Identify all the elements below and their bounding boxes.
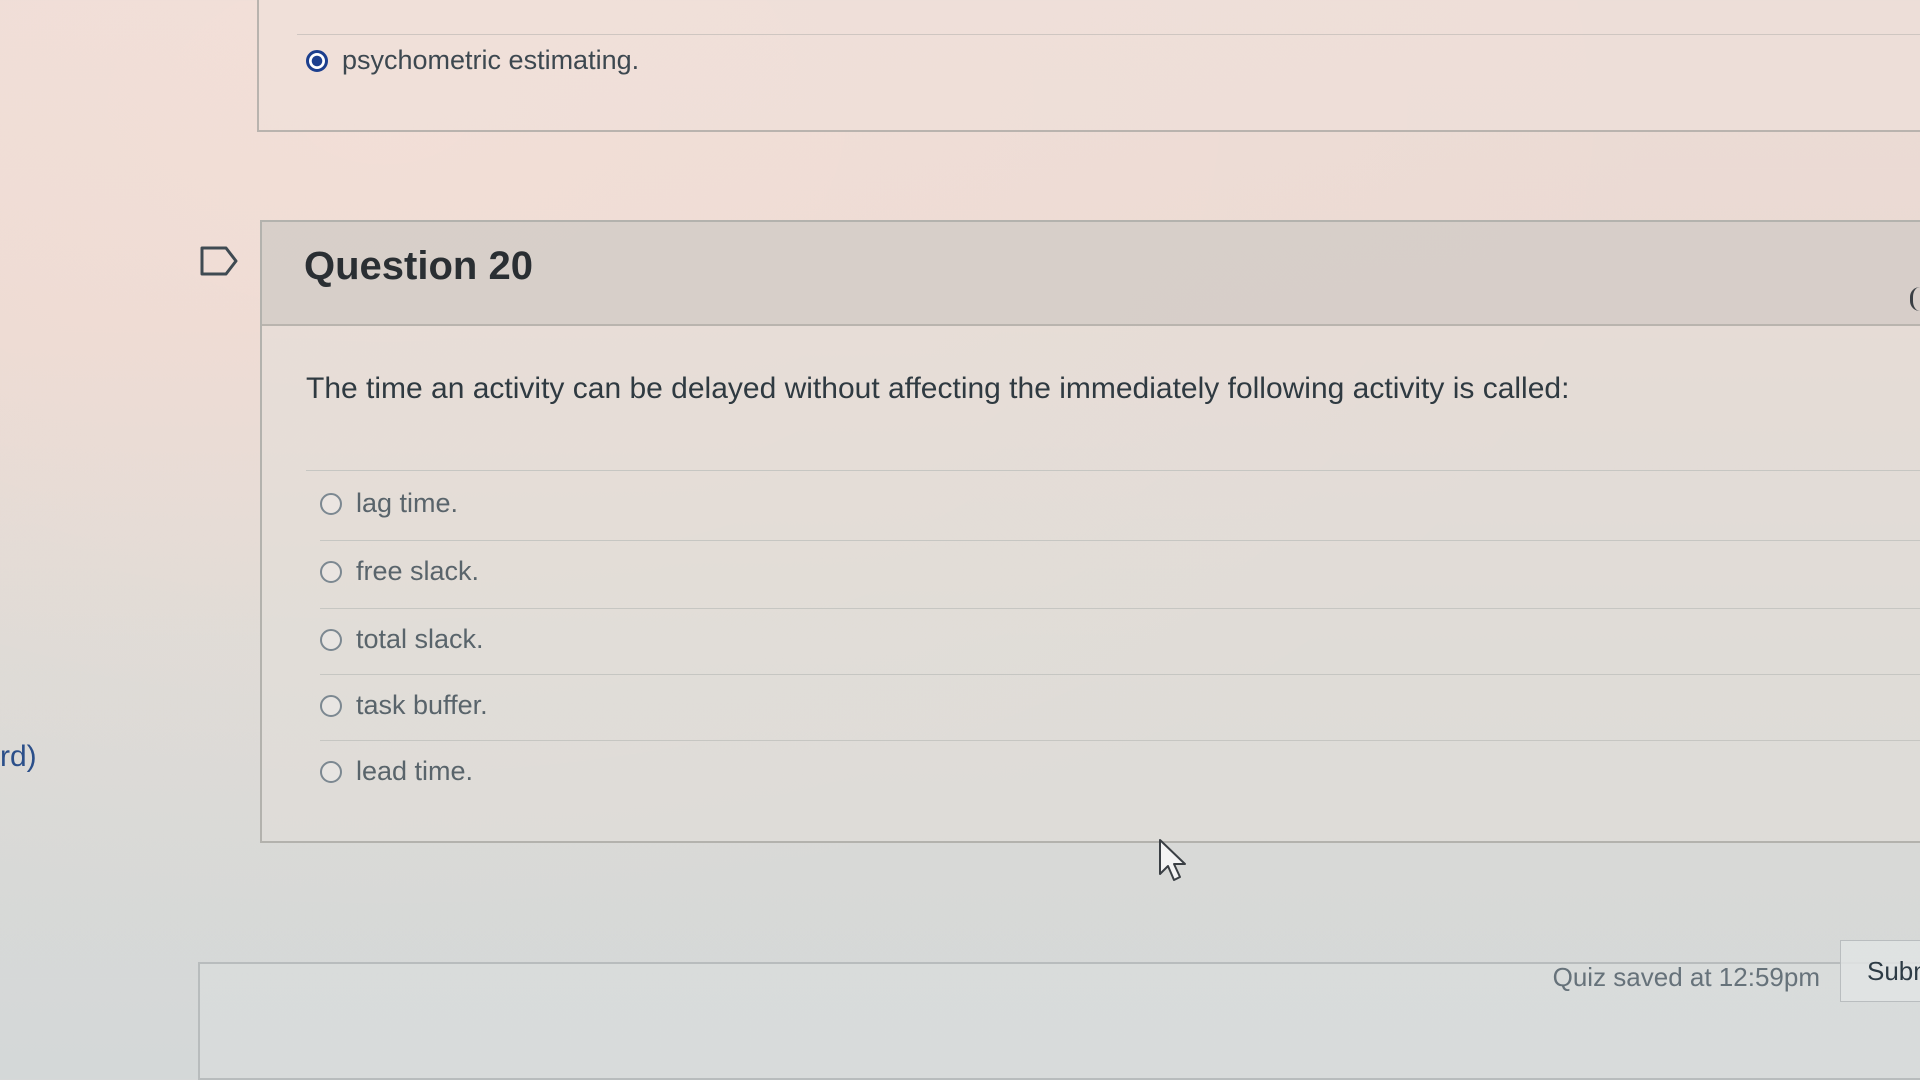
option-divider <box>320 540 1920 541</box>
sidebar-partial-link[interactable]: rd) <box>0 740 37 774</box>
answer-option[interactable]: total slack. <box>320 624 484 655</box>
answer-label: task buffer. <box>356 690 488 720</box>
mouse-cursor-icon <box>1159 839 1186 881</box>
radio-icon[interactable] <box>320 628 342 651</box>
question-title: Question 20 <box>304 244 533 288</box>
radio-icon[interactable] <box>320 760 342 783</box>
radio-icon[interactable] <box>320 492 342 515</box>
radio-icon[interactable] <box>320 560 342 583</box>
option-divider <box>320 674 1920 675</box>
quiz-saved-status: Quiz saved at 12:59pm <box>1552 962 1820 992</box>
radio-icon[interactable] <box>320 694 342 717</box>
option-divider <box>320 740 1920 741</box>
flag-question-icon[interactable] <box>200 246 238 276</box>
question-card: Question 20 The time an activity can be … <box>260 220 1920 843</box>
option-divider <box>320 608 1920 609</box>
answer-label: free slack. <box>356 556 480 586</box>
answer-label: lead time. <box>356 756 474 786</box>
partial-edge-glyph <box>1910 287 1920 311</box>
answer-option[interactable]: free slack. <box>320 556 479 587</box>
answer-option[interactable]: lag time. <box>320 488 458 519</box>
previous-answer-label: psychometric estimating. <box>342 45 640 75</box>
answer-label: total slack. <box>356 624 484 654</box>
question-text: The time an activity can be delayed with… <box>306 372 1570 405</box>
answer-option[interactable]: lead time. <box>320 756 473 787</box>
answer-option[interactable]: task buffer. <box>320 690 488 721</box>
question-header: Question 20 <box>262 222 1920 326</box>
previous-answer-divider <box>297 34 1920 35</box>
question-divider <box>306 470 1920 471</box>
selected-radio-icon[interactable] <box>306 49 328 72</box>
answer-label: lag time. <box>356 488 459 518</box>
submit-quiz-button[interactable]: Submit <box>1840 940 1920 1002</box>
previous-answer-selected[interactable]: psychometric estimating. <box>306 45 639 76</box>
